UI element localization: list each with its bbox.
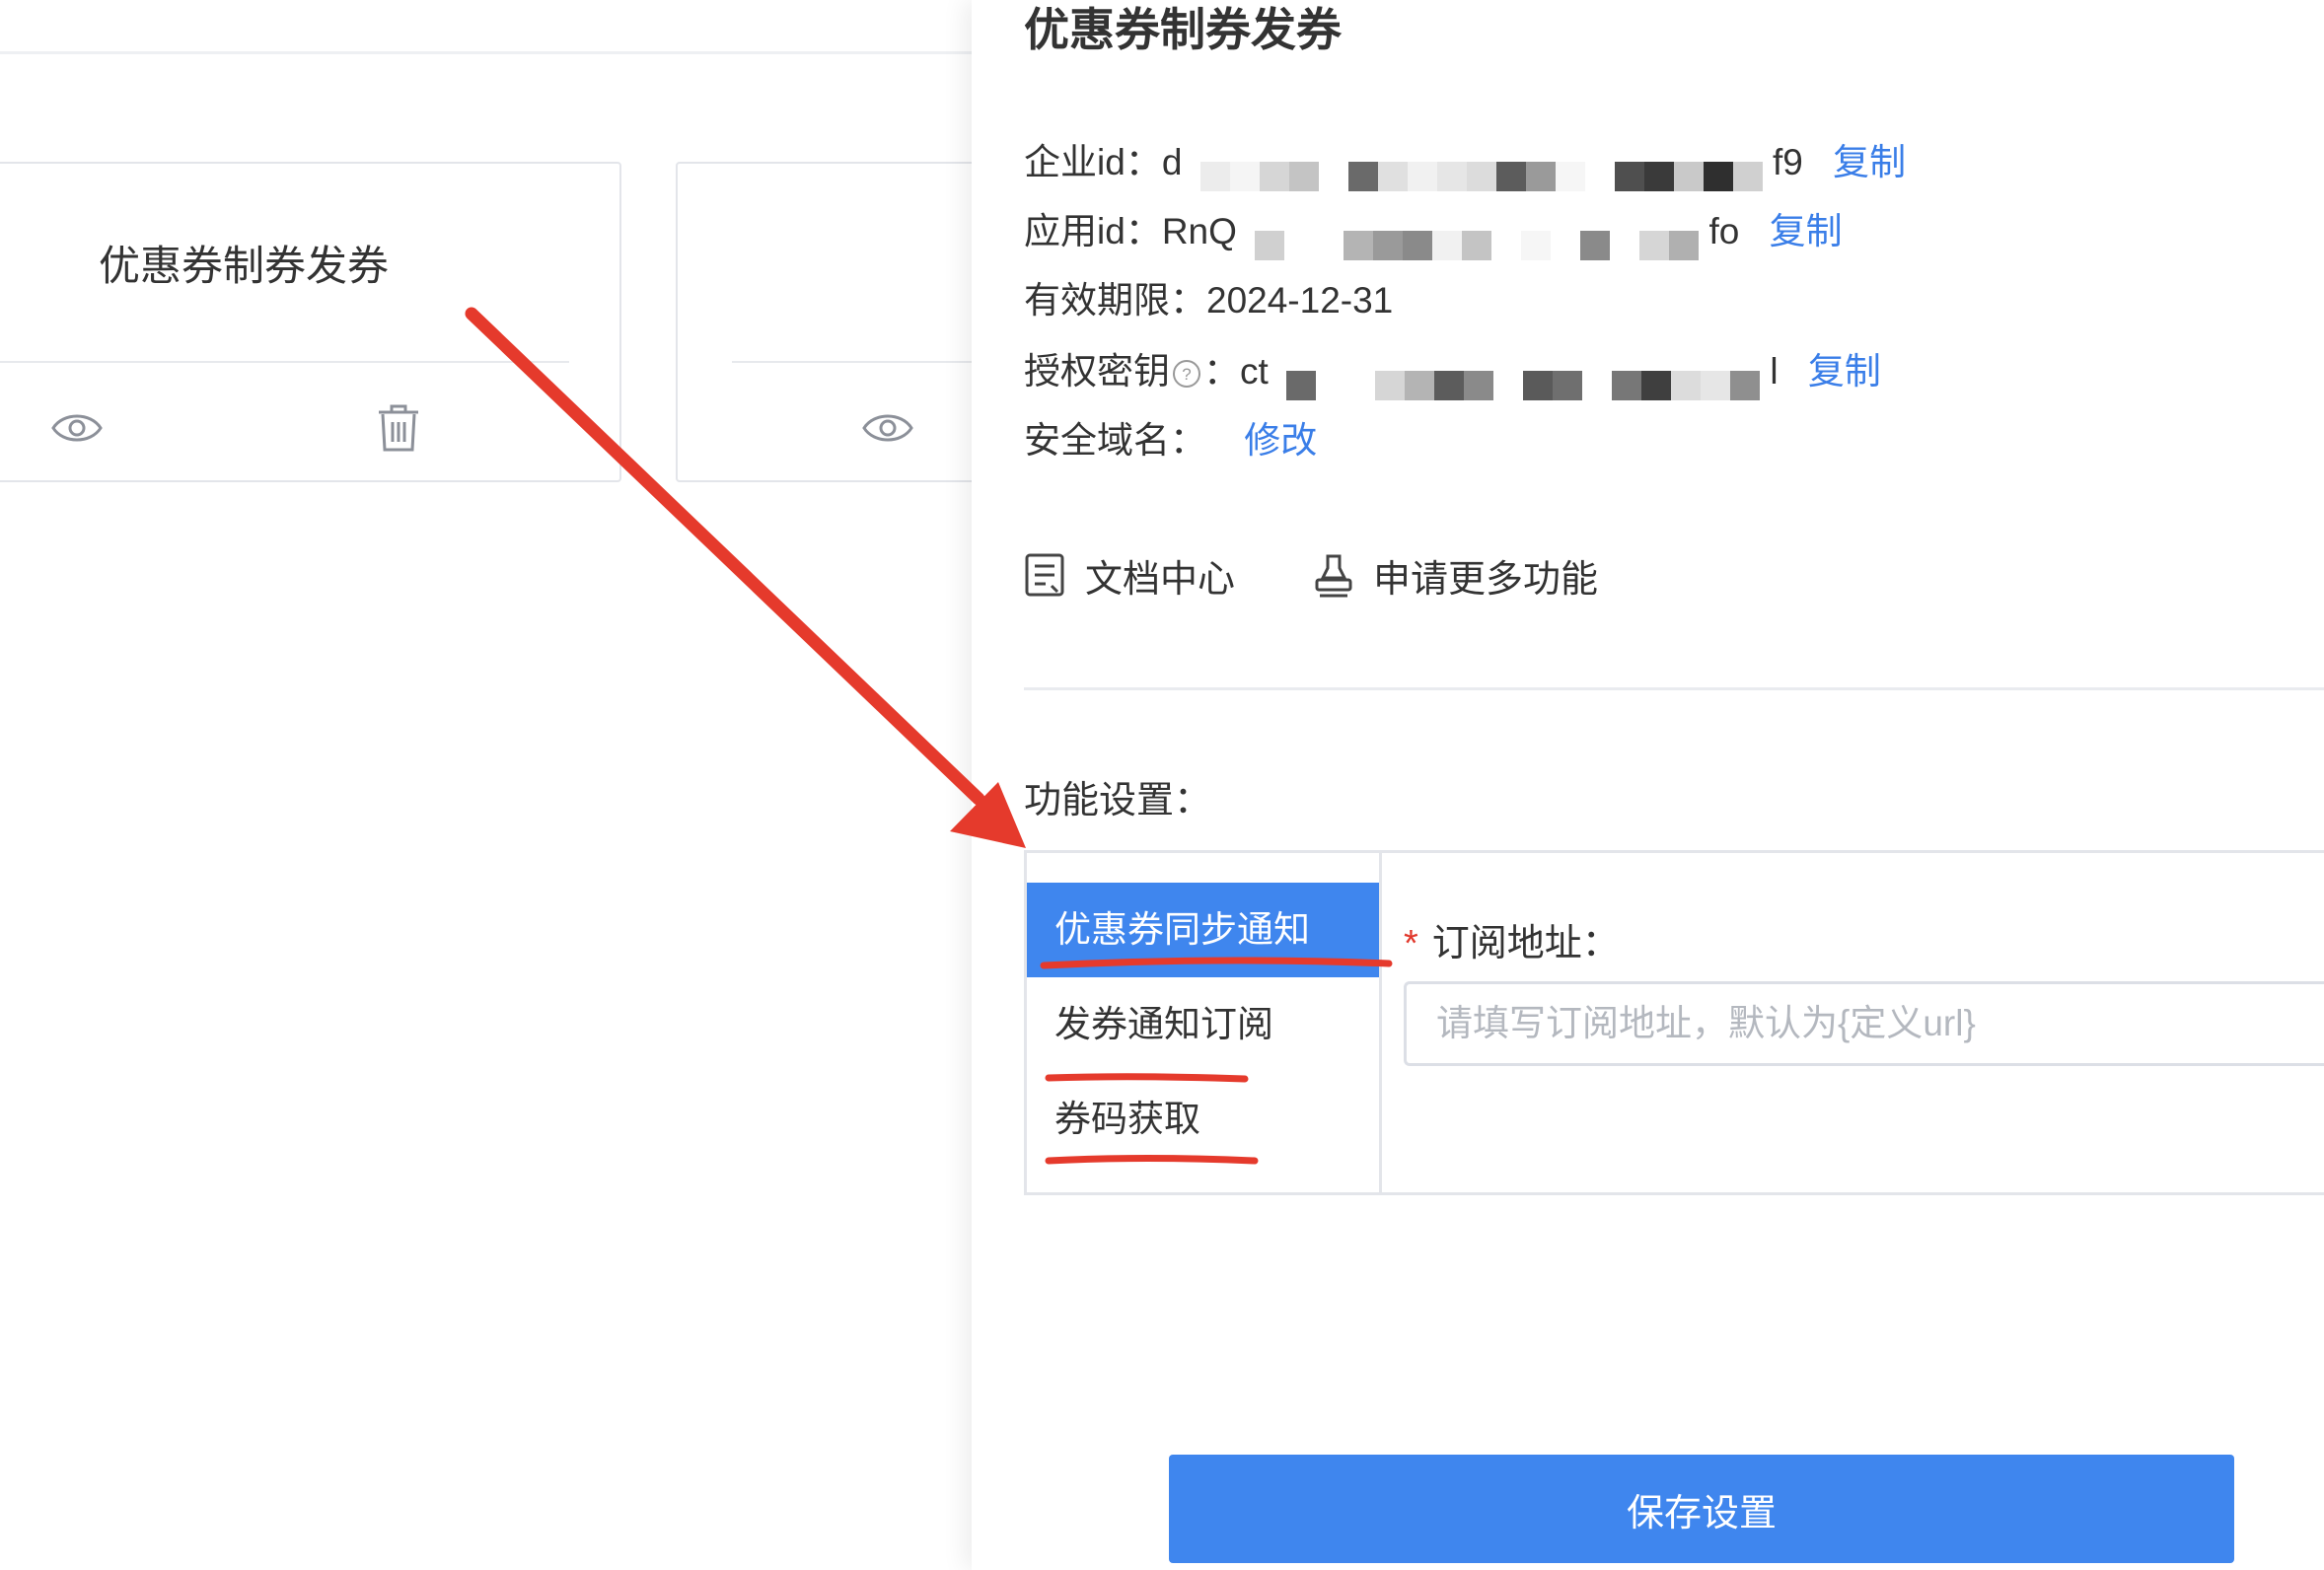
validity-label: 有效期限：	[1024, 280, 1206, 321]
enterprise-id-prefix: d	[1161, 142, 1183, 182]
copy-enterprise-id-link[interactable]: 复制	[1833, 142, 1906, 182]
app-id-label: 应用id：	[1024, 211, 1162, 251]
subscribe-address-label: * 订阅地址：	[1404, 912, 1620, 966]
function-menu: 优惠券同步通知 发券通知订阅 券码获取	[1027, 853, 1382, 1192]
eye-icon[interactable]	[49, 400, 105, 456]
copy-app-id-link[interactable]: 复制	[1770, 211, 1843, 251]
card-divider	[0, 361, 569, 363]
app-id-prefix: RnQ	[1161, 211, 1237, 251]
background-page: 优惠券制券发券	[0, 0, 1107, 1570]
eye-icon[interactable]	[860, 400, 915, 456]
enterprise-id-mask	[1199, 148, 1763, 192]
apply-more-link[interactable]: 申请更多功能	[1312, 548, 1598, 603]
document-icon	[1025, 553, 1064, 596]
copy-auth-key-link[interactable]: 复制	[1808, 351, 1881, 392]
app-card-title: 优惠券制券发券	[99, 243, 390, 289]
enterprise-id-suffix: f9	[1772, 142, 1803, 182]
domain-label: 安全域名：	[1024, 420, 1206, 461]
modify-domain-link[interactable]: 修改	[1244, 420, 1317, 461]
help-icon[interactable]: ?	[1172, 359, 1201, 389]
menu-item-issue-notify-subscribe[interactable]: 发券通知订阅	[1027, 977, 1379, 1072]
stamp-icon	[1315, 554, 1352, 597]
domain-row: 安全域名： 修改	[1024, 414, 1317, 467]
function-settings-label: 功能设置：	[1024, 780, 1212, 821]
trash-icon[interactable]	[371, 400, 426, 456]
subscribe-address-input[interactable]	[1404, 981, 2324, 1066]
subscribe-address-text: 订阅地址：	[1431, 923, 1620, 964]
auth-key-mask	[1286, 357, 1761, 401]
auth-key-suffix: l	[1770, 351, 1779, 392]
save-settings-button[interactable]: 保存设置	[1169, 1455, 2234, 1563]
settings-drawer: 优惠券制券发券 企业id：d f9 复制 应用id：RnQ fo 复制 有效期限…	[972, 0, 2324, 1570]
app-id-mask	[1255, 217, 1700, 261]
auth-key-label: 授权密钥	[1024, 351, 1170, 392]
svg-text:?: ?	[1182, 365, 1191, 384]
doc-center-label: 文档中心	[1085, 559, 1236, 601]
app-card[interactable]: 优惠券制券发券	[0, 162, 621, 482]
validity-row: 有效期限：2024-12-31	[1024, 274, 1393, 327]
validity-value: 2024-12-31	[1206, 280, 1394, 321]
doc-center-link[interactable]: 文档中心	[1024, 548, 1235, 603]
enterprise-id-row: 企业id：d f9 复制	[1024, 136, 1906, 192]
app-id-row: 应用id：RnQ fo 复制	[1024, 205, 1843, 261]
required-mark: *	[1404, 923, 1418, 964]
auth-key-colon: ：	[1203, 351, 1240, 392]
section-divider	[1024, 687, 2324, 690]
function-settings-panel: 优惠券同步通知 发券通知订阅 券码获取 * 订阅地址：	[1024, 850, 2324, 1195]
menu-item-coupon-code-fetch[interactable]: 券码获取	[1027, 1072, 1379, 1167]
apply-more-label: 申请更多功能	[1373, 559, 1599, 601]
top-divider	[0, 51, 972, 54]
auth-key-row: 授权密钥? ：ct l 复制	[1024, 345, 1881, 401]
auth-key-prefix: ct	[1240, 351, 1269, 392]
menu-item-coupon-sync-notify[interactable]: 优惠券同步通知	[1027, 883, 1379, 977]
app-id-suffix: fo	[1708, 211, 1740, 251]
enterprise-id-label: 企业id：	[1024, 142, 1162, 182]
drawer-title: 优惠券制券发券	[1024, 4, 1342, 55]
